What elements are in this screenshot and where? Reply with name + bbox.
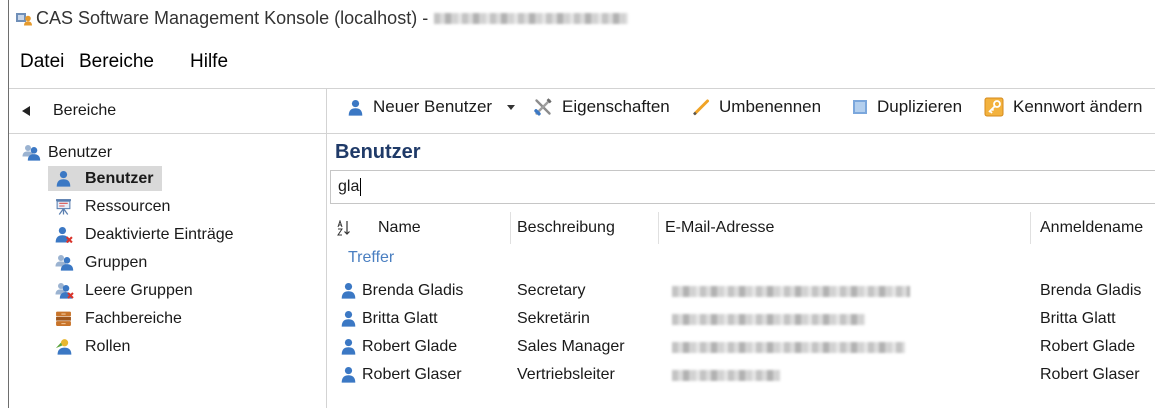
collapse-left-icon xyxy=(22,106,30,116)
window-title: CAS Software Management Konsole (localho… xyxy=(36,7,429,28)
key-icon xyxy=(984,97,1004,117)
group-icon xyxy=(55,254,85,271)
cell-login: Robert Glaser xyxy=(1040,366,1140,383)
areas-pane-header[interactable]: Bereiche xyxy=(9,89,326,133)
redacted-email xyxy=(672,370,780,381)
nav-item-fachbereiche[interactable]: Fachbereiche xyxy=(48,306,191,331)
search-input-value: gla xyxy=(338,178,360,195)
menu-datei[interactable]: Datei xyxy=(20,50,64,74)
duplicate-label: Duplizieren xyxy=(877,97,963,116)
cell-name: Robert Glaser xyxy=(362,366,462,383)
column-separator[interactable] xyxy=(1030,212,1031,244)
table-row[interactable]: Brenda Gladis Secretary Brenda Gladis xyxy=(327,277,1155,305)
menu-bereiche[interactable]: Bereiche xyxy=(79,50,154,74)
table-row[interactable]: Robert Glade Sales Manager Robert Glade xyxy=(327,333,1155,361)
cell-name: Brenda Gladis xyxy=(362,282,464,299)
change-password-button[interactable]: Kennwort ändern xyxy=(984,95,1142,119)
nav-item-ressourcen[interactable]: Ressourcen xyxy=(48,194,179,219)
role-icon xyxy=(55,338,85,355)
nav-root-label: Benutzer xyxy=(48,143,113,161)
column-header-row: Name Beschreibung E-Mail-Adresse Anmelde… xyxy=(327,212,1155,244)
column-header-login[interactable]: Anmeldename xyxy=(1040,214,1143,242)
cell-description: Sales Manager xyxy=(517,338,625,355)
cell-description: Vertriebsleiter xyxy=(517,366,615,383)
change-password-label: Kennwort ändern xyxy=(1013,97,1143,116)
cas-app-icon xyxy=(15,10,33,26)
nav-item-label: Ressourcen xyxy=(85,197,171,215)
column-separator[interactable] xyxy=(658,212,659,244)
cell-description: Sekretärin xyxy=(517,310,590,327)
redacted-email xyxy=(672,286,910,297)
column-separator[interactable] xyxy=(510,212,511,244)
tools-icon xyxy=(533,98,553,116)
areas-pane-title: Bereiche xyxy=(53,102,117,119)
duplicate-button[interactable]: Duplizieren xyxy=(852,95,962,119)
table-row[interactable]: Britta Glatt Sekretärin Britta Glatt xyxy=(327,305,1155,333)
empty-group-icon xyxy=(55,282,85,299)
properties-label: Eigenschaften xyxy=(562,97,670,116)
nav-root-benutzer[interactable]: Benutzer xyxy=(15,140,112,165)
properties-button[interactable]: Eigenschaften xyxy=(533,95,670,119)
search-input[interactable]: gla xyxy=(330,170,1155,204)
duplicate-icon xyxy=(852,98,868,116)
table-row[interactable]: Robert Glaser Vertriebsleiter Robert Gla… xyxy=(327,361,1155,389)
new-user-icon xyxy=(347,99,364,116)
new-user-label: Neuer Benutzer xyxy=(373,97,493,116)
users-icon xyxy=(22,144,48,161)
nav-item-label: Benutzer xyxy=(85,169,154,187)
cell-login: Brenda Gladis xyxy=(1040,282,1142,299)
nav-item-rollen[interactable]: Rollen xyxy=(48,334,139,359)
group-row-label[interactable]: Treffer xyxy=(348,246,394,270)
nav-item-deaktivierte-eintraege[interactable]: Deaktivierte Einträge xyxy=(48,222,243,247)
cell-login: Britta Glatt xyxy=(1040,310,1116,327)
redacted-title-text xyxy=(434,12,629,24)
cell-description: Secretary xyxy=(517,282,586,299)
nav-item-leere-gruppen[interactable]: Leere Gruppen xyxy=(48,278,202,303)
rename-label: Umbenennen xyxy=(719,97,822,116)
user-icon xyxy=(340,310,357,327)
user-icon xyxy=(340,338,357,355)
new-user-button[interactable]: Neuer Benutzer xyxy=(347,95,516,119)
cell-name: Robert Glade xyxy=(362,338,458,355)
chevron-down-icon[interactable] xyxy=(507,104,516,110)
column-header-name[interactable]: Name xyxy=(378,214,421,242)
department-icon xyxy=(55,310,85,327)
rename-button[interactable]: Umbenennen xyxy=(692,95,821,119)
menu-hilfe[interactable]: Hilfe xyxy=(190,50,228,74)
text-cursor xyxy=(360,178,362,196)
resource-board-icon xyxy=(55,198,85,215)
nav-item-benutzer[interactable]: Benutzer xyxy=(48,166,163,191)
window-left-border xyxy=(8,0,9,408)
redacted-email xyxy=(672,342,905,353)
cell-login: Robert Glade xyxy=(1040,338,1136,355)
sort-az-icon[interactable] xyxy=(337,219,351,236)
redacted-email xyxy=(672,314,865,325)
nav-item-label: Rollen xyxy=(85,337,131,355)
column-header-description[interactable]: Beschreibung xyxy=(517,214,615,242)
user-icon xyxy=(55,170,85,187)
user-disabled-icon xyxy=(55,226,85,243)
nav-item-label: Deaktivierte Einträge xyxy=(85,225,234,243)
page-title: Benutzer xyxy=(335,141,421,163)
nav-item-label: Leere Gruppen xyxy=(85,281,193,299)
user-icon xyxy=(340,366,357,383)
nav-item-label: Fachbereiche xyxy=(85,309,182,327)
column-header-email[interactable]: E-Mail-Adresse xyxy=(665,214,774,242)
cell-name: Britta Glatt xyxy=(362,310,438,327)
header-bottom-border xyxy=(9,133,1155,134)
nav-item-label: Gruppen xyxy=(85,253,148,271)
user-icon xyxy=(340,282,357,299)
pencil-icon xyxy=(692,98,710,116)
title-bar: CAS Software Management Konsole (localho… xyxy=(15,7,629,29)
nav-item-gruppen[interactable]: Gruppen xyxy=(48,250,156,275)
